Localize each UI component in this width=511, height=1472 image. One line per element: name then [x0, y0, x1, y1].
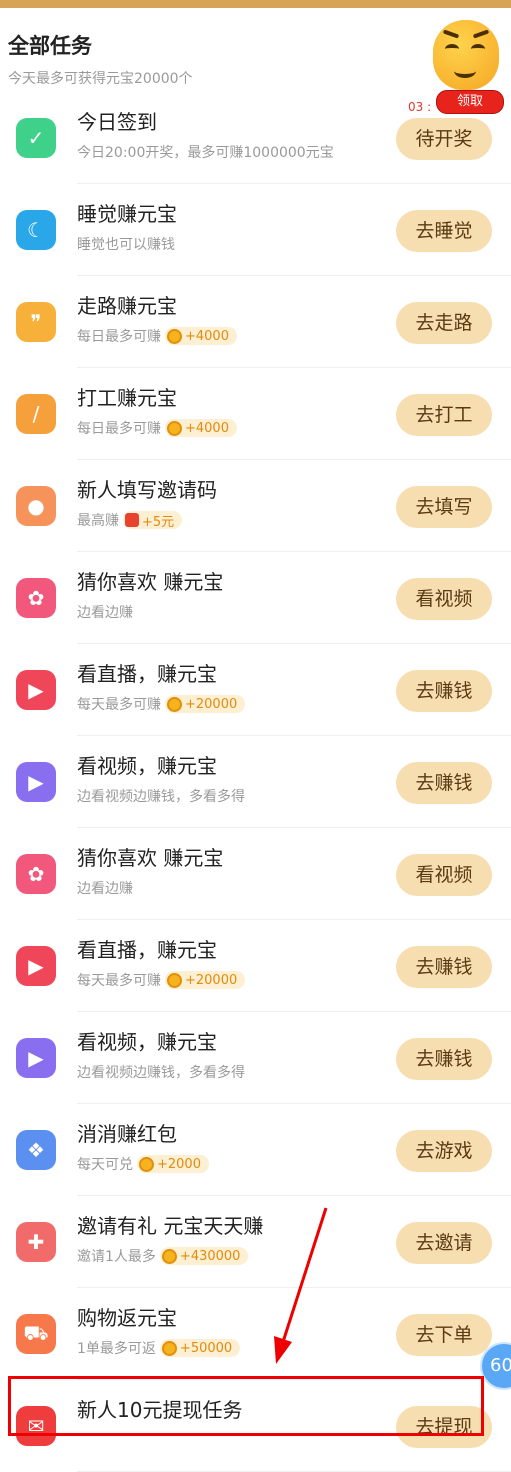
- pointer-arrow: [274, 1207, 328, 1364]
